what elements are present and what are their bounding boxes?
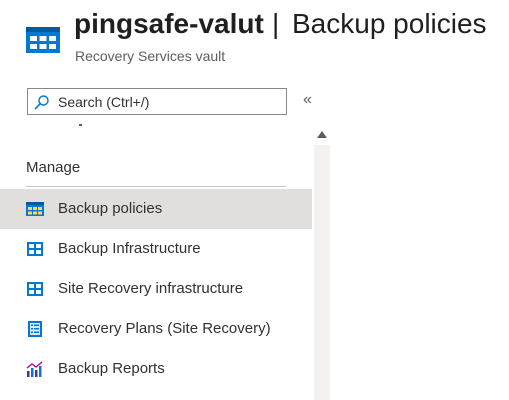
search-icon xyxy=(34,95,49,110)
sidebar-section-manage: Manage xyxy=(26,159,81,176)
sidebar-item-label: Backup Infrastructure xyxy=(58,240,201,257)
page-title: Backup policies xyxy=(292,8,487,39)
backup-infrastructure-icon xyxy=(27,242,43,256)
sidebar-item-label: Backup policies xyxy=(58,200,163,217)
sidebar-item-backup-policies[interactable]: Backup policies xyxy=(0,189,312,229)
sidebar-item-label: Site Recovery infrastructure xyxy=(58,280,244,297)
sidebar-item-label: Recovery Plans (Site Recovery) xyxy=(58,320,271,337)
backup-reports-icon xyxy=(26,361,43,377)
sidebar-scrollbar[interactable] xyxy=(314,145,330,400)
page-header: pingsafe-valut | Backup policies Recover… xyxy=(0,0,509,80)
site-recovery-infrastructure-icon xyxy=(27,282,43,296)
sidebar-item-site-recovery-infrastructure[interactable]: Site Recovery infrastructure xyxy=(0,269,312,309)
title-separator: | xyxy=(272,8,280,39)
search-placeholder: Search (Ctrl+/) xyxy=(58,94,150,110)
page-subtitle: Recovery Services vault xyxy=(75,48,226,64)
recovery-services-vault-icon xyxy=(26,27,60,53)
scroll-up-arrow-icon[interactable] xyxy=(317,131,327,138)
sidebar-item-backup-reports[interactable]: Backup Reports xyxy=(0,349,312,389)
vault-name: pingsafe-valut xyxy=(74,8,264,39)
sidebar-item-recovery-plans[interactable]: Recovery Plans (Site Recovery) xyxy=(0,309,312,349)
section-divider xyxy=(26,186,286,187)
sidebar-item-label: Backup Reports xyxy=(58,360,165,377)
scrolled-item-fragment xyxy=(79,124,82,126)
search-input[interactable]: Search (Ctrl+/) xyxy=(27,88,287,115)
collapse-sidebar-button[interactable]: « xyxy=(303,91,312,109)
recovery-plans-icon xyxy=(28,321,42,337)
sidebar-item-backup-infrastructure[interactable]: Backup Infrastructure xyxy=(0,229,312,269)
backup-policies-icon xyxy=(26,202,44,216)
